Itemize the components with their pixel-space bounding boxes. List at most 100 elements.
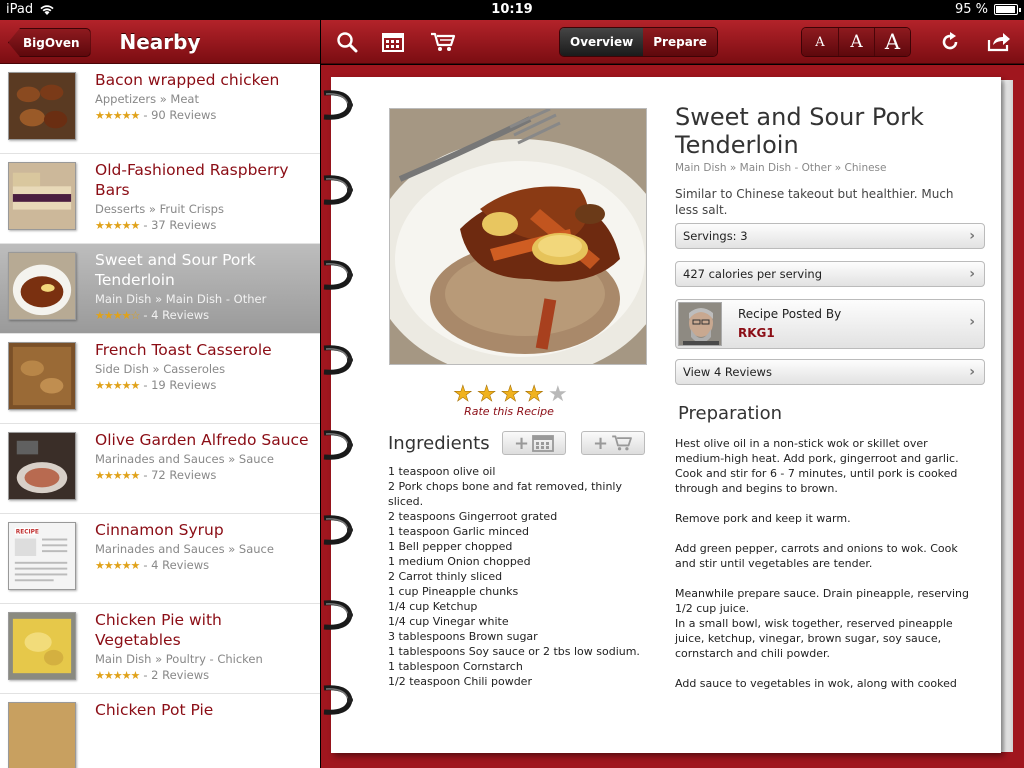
binder-ring bbox=[322, 87, 354, 123]
ingredient-item: 1/2 teaspoon Chili powder bbox=[388, 675, 532, 688]
list-nav-bar: BigOven Nearby bbox=[0, 20, 320, 64]
star-filled-icon[interactable]: ★ bbox=[500, 382, 520, 408]
font-medium-button[interactable]: A bbox=[838, 28, 874, 56]
posted-by-button[interactable]: Recipe Posted By RKG1 › bbox=[675, 299, 985, 349]
ingredient-item: 2 teaspoons Gingerroot grated bbox=[388, 510, 558, 523]
preparation-step: In a small bowl, wisk together, reserved… bbox=[675, 617, 953, 660]
list-item[interactable]: Olive Garden Alfredo Sauce Marinades and … bbox=[0, 424, 320, 514]
binder-ring bbox=[322, 427, 354, 463]
recipe-thumbnail bbox=[8, 432, 76, 500]
preparation-step: Remove pork and keep it warm. bbox=[675, 512, 851, 525]
ingredient-item: 1 Bell pepper chopped bbox=[388, 540, 513, 553]
recipe-title: Sweet and Sour Pork Tenderloin bbox=[675, 103, 924, 159]
list-item[interactable]: Bacon wrapped chicken Appetizers » Meat ★★… bbox=[0, 64, 320, 154]
preparation-title: Preparation bbox=[678, 403, 782, 424]
recipe-name: Chicken Pie with Vegetables bbox=[95, 611, 222, 649]
recipe-category: Desserts » Fruit Crisps bbox=[95, 202, 224, 216]
rating-stars[interactable]: ★ ★ ★ ★ ★ bbox=[453, 382, 568, 408]
servings-button[interactable]: Servings: 3 › bbox=[675, 223, 985, 249]
cart-icon bbox=[612, 435, 632, 451]
rate-label[interactable]: Rate this Recipe bbox=[389, 405, 629, 418]
recipe-description: Similar to Chinese takeout but healthier… bbox=[675, 187, 954, 217]
reviews-label: View 4 Reviews bbox=[683, 365, 772, 379]
recipe-name: Olive Garden Alfredo Sauce bbox=[95, 431, 309, 449]
refresh-icon[interactable] bbox=[936, 28, 964, 56]
posted-by-user: RKG1 bbox=[738, 326, 775, 340]
recipe-name: Sweet and Sour Pork Tenderloin bbox=[95, 251, 256, 289]
recipe-name: French Toast Casserole bbox=[95, 341, 272, 359]
chevron-right-icon: › bbox=[969, 266, 975, 282]
ingredient-item: 1 tablespoon Cornstarch bbox=[388, 660, 523, 673]
plus-icon: + bbox=[592, 432, 609, 454]
add-to-calendar-button[interactable]: + bbox=[502, 431, 566, 455]
tab-overview[interactable]: Overview bbox=[560, 28, 644, 56]
recipe-category: Marinades and Sauces » Sauce bbox=[95, 542, 274, 556]
list-item[interactable]: Old-Fashioned Raspberry Bars Desserts » F… bbox=[0, 154, 320, 244]
ingredient-item: 1 cup Pineapple chunks bbox=[388, 585, 519, 598]
binder-ring bbox=[322, 512, 354, 548]
view-segmented-control: Overview Prepare bbox=[559, 27, 718, 57]
ingredient-item: 3 tablespoons Brown sugar bbox=[388, 630, 538, 643]
list-item[interactable]: Chicken Pot Pie bbox=[0, 694, 320, 768]
star-filled-icon[interactable]: ★ bbox=[476, 382, 496, 408]
recipe-thumbnail: RECIPE bbox=[8, 522, 76, 590]
recipe-name: Cinnamon Syrup bbox=[95, 521, 224, 539]
binder-ring bbox=[322, 682, 354, 718]
recipe-photo bbox=[389, 108, 647, 365]
battery-percent: 95 % bbox=[954, 2, 988, 17]
share-icon[interactable] bbox=[985, 28, 1013, 56]
recipe-rating: ★★★★☆ - 4 Reviews bbox=[95, 308, 209, 322]
plus-icon: + bbox=[513, 432, 530, 454]
binder-ring bbox=[322, 597, 354, 633]
star-filled-icon[interactable]: ★ bbox=[524, 382, 544, 408]
calendar-icon[interactable] bbox=[379, 28, 407, 56]
ingredient-item: 2 Pork chops bone and fat removed, thinl… bbox=[388, 480, 623, 508]
ingredient-item: 1/4 cup Ketchup bbox=[388, 600, 478, 613]
review-count: - 2 Reviews bbox=[143, 668, 210, 682]
list-item[interactable]: RECIPE Cinnamon Syrup Marinades and Sauces… bbox=[0, 514, 320, 604]
recipe-rating: ★★★★★ - 4 Reviews bbox=[95, 558, 209, 572]
ingredient-item: 1 teaspoon Garlic minced bbox=[388, 525, 529, 538]
star-rating-icon: ★★★★★ bbox=[95, 668, 140, 682]
review-count: - 19 Reviews bbox=[143, 378, 217, 392]
recipe-page: ★ ★ ★ ★ ★ Rate this Recipe Ingredients + + 1… bbox=[331, 77, 1001, 753]
recipe-category: Appetizers » Meat bbox=[95, 92, 199, 106]
preparation-step: Add sauce to vegetables in wok, along wi… bbox=[675, 677, 957, 690]
spiral-binding bbox=[322, 77, 358, 753]
add-to-cart-button[interactable]: + bbox=[581, 431, 645, 455]
calories-label: 427 calories per serving bbox=[683, 267, 822, 281]
avatar bbox=[678, 302, 722, 346]
recipe-thumbnail bbox=[8, 72, 76, 140]
list-item[interactable]: Chicken Pie with Vegetables Main Dish » P… bbox=[0, 604, 320, 694]
posted-by-label: Recipe Posted By bbox=[738, 307, 842, 321]
recipe-list-panel: BigOven Nearby Bacon wrapped chicken Appe… bbox=[0, 20, 320, 768]
recipe-category: Marinades and Sauces » Sauce bbox=[95, 452, 274, 466]
servings-label: Servings: 3 bbox=[683, 229, 748, 243]
view-reviews-button[interactable]: View 4 Reviews › bbox=[675, 359, 985, 385]
recipe-list: Bacon wrapped chicken Appetizers » Meat ★★… bbox=[0, 64, 320, 768]
recipe-rating: ★★★★★ - 72 Reviews bbox=[95, 468, 216, 482]
back-button[interactable]: BigOven bbox=[8, 28, 91, 57]
recipe-thumbnail bbox=[8, 162, 76, 230]
review-count: - 90 Reviews bbox=[143, 108, 217, 122]
star-rating-icon: ★★★★★ bbox=[95, 378, 140, 392]
ingredient-item: 1 medium Onion chopped bbox=[388, 555, 531, 568]
list-item[interactable]: Sweet and Sour Pork Tenderloin Main Dish … bbox=[0, 244, 320, 334]
font-small-button[interactable]: A bbox=[802, 28, 838, 56]
svg-text:RECIPE: RECIPE bbox=[16, 530, 39, 536]
recipe-category: Main Dish » Main Dish - Other bbox=[95, 292, 267, 306]
review-count: - 4 Reviews bbox=[143, 308, 210, 322]
ingredients-title: Ingredients bbox=[388, 433, 490, 454]
font-large-button[interactable]: A bbox=[874, 28, 910, 56]
star-empty-icon[interactable]: ★ bbox=[548, 382, 568, 407]
star-rating-icon: ★★★★★ bbox=[95, 218, 140, 232]
ingredient-item: 1/4 cup Vinegar white bbox=[388, 615, 509, 628]
tab-prepare[interactable]: Prepare bbox=[643, 28, 717, 56]
star-filled-icon[interactable]: ★ bbox=[453, 382, 473, 408]
ingredient-item: 1 teaspoon olive oil bbox=[388, 465, 496, 478]
list-item[interactable]: French Toast Casserole Side Dish » Casser… bbox=[0, 334, 320, 424]
ingredient-item: 1 tablespoons Soy sauce or 2 tbs low sod… bbox=[388, 645, 640, 658]
calories-button[interactable]: 427 calories per serving › bbox=[675, 261, 985, 287]
search-icon[interactable] bbox=[333, 28, 361, 56]
cart-icon[interactable] bbox=[429, 28, 457, 56]
